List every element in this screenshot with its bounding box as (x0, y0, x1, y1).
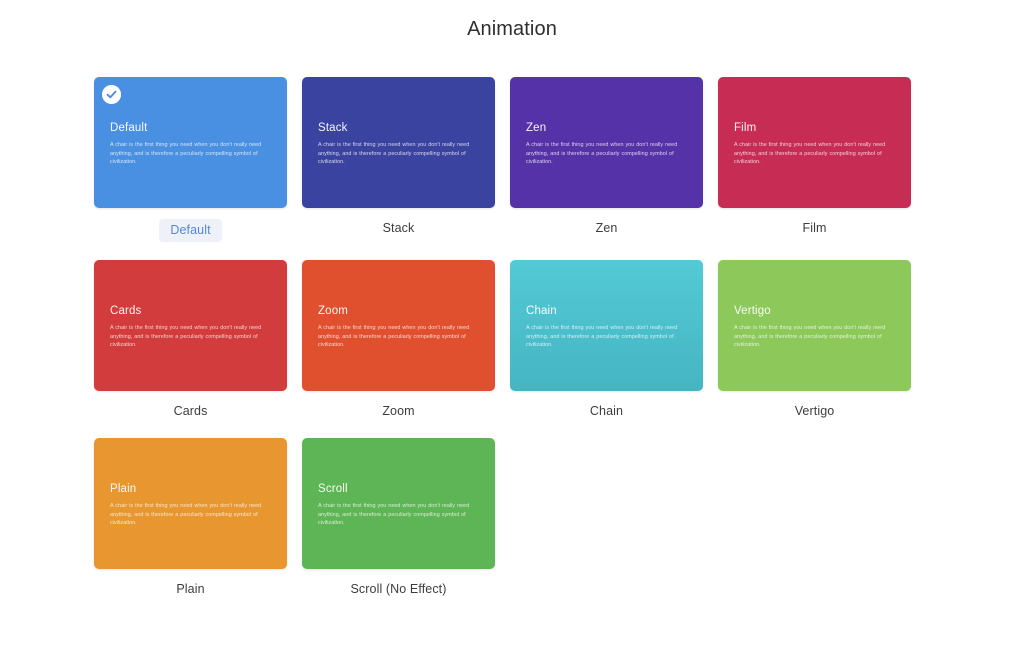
card-title: Zoom (318, 305, 348, 317)
card-body-text: A chair is the first thing you need when… (318, 503, 470, 527)
animation-cell-stack: Stack A chair is the first thing you need… (302, 59, 495, 242)
card-content: Plain A chair is the first thing you need… (94, 438, 287, 569)
card-title: Cards (110, 305, 142, 317)
card-title: Film (734, 122, 757, 134)
animation-label-zen[interactable]: Zen (596, 219, 618, 237)
card-content: Stack A chair is the first thing you need… (302, 77, 495, 208)
card-body-text: A chair is the first thing you need when… (734, 325, 886, 349)
card-content: Zen A chair is the first thing you need w… (510, 77, 703, 208)
card-title: Default (110, 122, 148, 134)
animation-cell-vertigo: Vertigo A chair is the first thing you ne… (718, 242, 911, 420)
animation-label-default[interactable]: Default (159, 219, 222, 242)
card-content: Scroll A chair is the first thing you nee… (302, 438, 495, 569)
card-content: Cards A chair is the first thing you need… (94, 260, 287, 391)
animation-cell-default: Default A chair is the first thing you ne… (94, 59, 287, 242)
card-content: Chain A chair is the first thing you need… (510, 260, 703, 391)
animation-label-film[interactable]: Film (802, 219, 826, 237)
card-body-text: A chair is the first thing you need when… (734, 142, 886, 166)
card-content: Default A chair is the first thing you ne… (94, 77, 287, 208)
card-title: Vertigo (734, 305, 771, 317)
card-content: Zoom A chair is the first thing you need … (302, 260, 495, 391)
animation-card-chain[interactable]: Chain A chair is the first thing you need… (510, 260, 703, 391)
animation-label-plain[interactable]: Plain (176, 580, 204, 598)
animation-cell-cards: Cards A chair is the first thing you need… (94, 242, 287, 420)
card-title: Chain (526, 305, 557, 317)
animation-card-plain[interactable]: Plain A chair is the first thing you need… (94, 438, 287, 569)
animation-card-default[interactable]: Default A chair is the first thing you ne… (94, 77, 287, 208)
animation-card-stack[interactable]: Stack A chair is the first thing you need… (302, 77, 495, 208)
animation-cell-zoom: Zoom A chair is the first thing you need … (302, 242, 495, 420)
animation-cell-scroll: Scroll A chair is the first thing you nee… (302, 420, 495, 598)
card-body-text: A chair is the first thing you need when… (526, 325, 678, 349)
card-title: Plain (110, 483, 137, 495)
card-content: Vertigo A chair is the first thing you ne… (718, 260, 911, 391)
animation-cell-film: Film A chair is the first thing you need … (718, 59, 911, 242)
animation-label-vertigo[interactable]: Vertigo (795, 402, 835, 420)
card-body-text: A chair is the first thing you need when… (110, 503, 262, 527)
animation-label-chain[interactable]: Chain (590, 402, 623, 420)
animation-label-scroll[interactable]: Scroll (No Effect) (350, 580, 446, 598)
card-title: Scroll (318, 483, 348, 495)
card-title: Stack (318, 122, 348, 134)
animation-label-zoom[interactable]: Zoom (382, 402, 414, 420)
card-body-text: A chair is the first thing you need when… (318, 325, 470, 349)
card-body-text: A chair is the first thing you need when… (110, 325, 262, 349)
card-body-text: A chair is the first thing you need when… (526, 142, 678, 166)
card-content: Film A chair is the first thing you need … (718, 77, 911, 208)
animation-picker-page: Animation Default A chair is the first th… (0, 0, 1024, 645)
animation-label-stack[interactable]: Stack (383, 219, 415, 237)
page-title: Animation (467, 18, 557, 40)
animation-card-zoom[interactable]: Zoom A chair is the first thing you need … (302, 260, 495, 391)
animation-card-grid: Default A chair is the first thing you ne… (94, 41, 930, 598)
animation-card-cards[interactable]: Cards A chair is the first thing you need… (94, 260, 287, 391)
animation-card-vertigo[interactable]: Vertigo A chair is the first thing you ne… (718, 260, 911, 391)
card-body-text: A chair is the first thing you need when… (110, 142, 262, 166)
card-title: Zen (526, 122, 547, 134)
animation-card-scroll[interactable]: Scroll A chair is the first thing you nee… (302, 438, 495, 569)
animation-card-zen[interactable]: Zen A chair is the first thing you need w… (510, 77, 703, 208)
animation-cell-plain: Plain A chair is the first thing you need… (94, 420, 287, 598)
animation-cell-zen: Zen A chair is the first thing you need w… (510, 59, 703, 242)
card-body-text: A chair is the first thing you need when… (318, 142, 470, 166)
animation-cell-chain: Chain A chair is the first thing you need… (510, 242, 703, 420)
animation-card-film[interactable]: Film A chair is the first thing you need … (718, 77, 911, 208)
animation-label-cards[interactable]: Cards (174, 402, 208, 420)
check-circle-icon (102, 85, 121, 104)
